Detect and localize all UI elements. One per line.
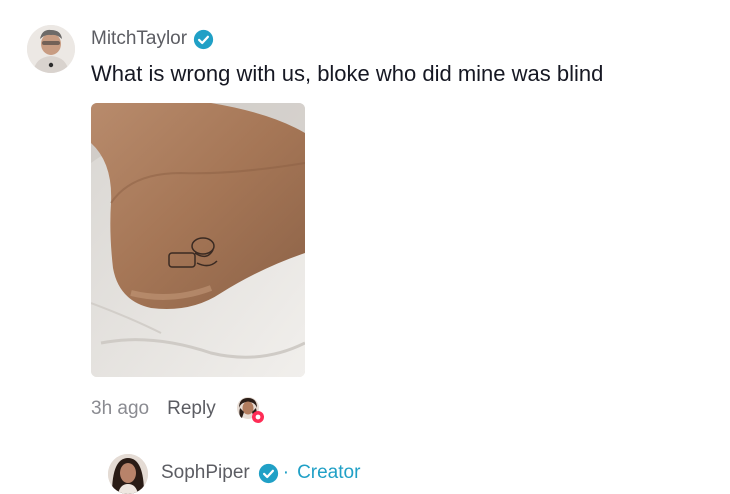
reply-header: SophPiper · Creator	[108, 452, 360, 494]
reply-button[interactable]: Reply	[167, 398, 216, 420]
reply-avatar-image	[108, 454, 148, 494]
avatar-image	[27, 25, 75, 73]
creator-liked-badge	[236, 396, 264, 423]
comment-text: What is wrong with us, bloke who did min…	[91, 61, 604, 86]
foot-tattoo-image	[91, 103, 305, 377]
creator-label: Creator	[297, 462, 361, 483]
heart-badge-icon	[251, 411, 264, 423]
commenter-avatar[interactable]	[27, 25, 75, 73]
commenter-username[interactable]: MitchTaylor	[91, 28, 187, 50]
comment-photo[interactable]	[91, 103, 305, 377]
comment-timestamp: 3h ago	[91, 398, 150, 419]
comment-meta-row: 3h ago Reply	[91, 396, 264, 423]
reply-username[interactable]: SophPiper	[161, 462, 250, 484]
reply-avatar[interactable]	[108, 454, 148, 494]
verified-check-icon	[258, 463, 278, 483]
verified-check-icon	[193, 29, 214, 49]
commenter-username-row: MitchTaylor	[91, 28, 214, 50]
separator-dot: ·	[282, 462, 290, 483]
